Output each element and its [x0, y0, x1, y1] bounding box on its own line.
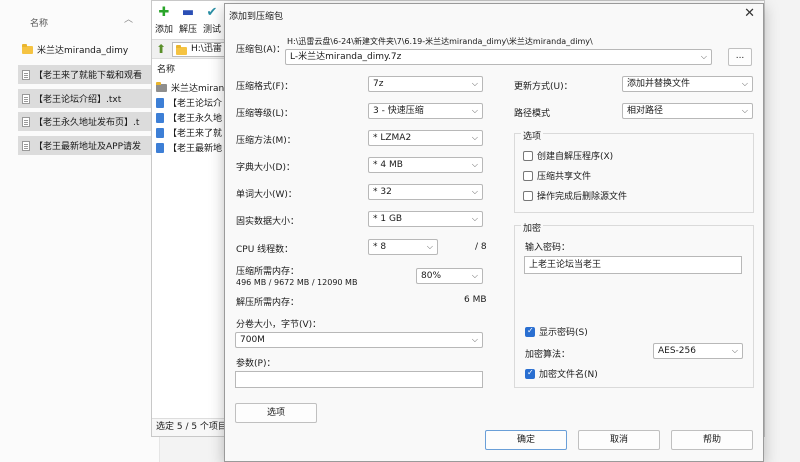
method-select[interactable]: * LZMA2 ⌵ — [368, 130, 483, 146]
table-row[interactable]: 米兰达miran — [156, 80, 226, 95]
chevron-down-icon: ⌵ — [700, 52, 707, 61]
plus-icon: ✚ — [158, 5, 170, 20]
checkbox-box — [523, 150, 533, 161]
up-arrow-icon[interactable]: ⬆ — [156, 42, 166, 56]
password-input[interactable]: 上老王论坛当老王 — [524, 256, 742, 274]
format-select[interactable]: 7z ⌵ — [368, 76, 483, 92]
memory-percent-select[interactable]: 80% ⌵ — [416, 268, 483, 284]
chevron-down-icon: ⌵ — [471, 79, 478, 88]
list-item[interactable]: 【老王最新地址及APP请发 — [18, 136, 160, 155]
level-select[interactable]: 3 - 快速压缩 ⌵ — [368, 103, 483, 119]
file-icon — [156, 97, 164, 108]
text-file-icon — [22, 140, 30, 151]
encrypt-filenames-checkbox[interactable]: 加密文件名(N) — [525, 367, 598, 380]
path-mode-select[interactable]: 相对路径 ⌵ — [622, 103, 753, 119]
word-size-select[interactable]: * 32 ⌵ — [368, 184, 483, 200]
compress-memory-value: 496 MB / 9672 MB / 12090 MB — [236, 278, 358, 287]
options-group-title: 选项 — [521, 129, 544, 142]
folder-icon — [176, 45, 187, 55]
file-explorer: 名称 ︿ 米兰达miranda_dimy 【老王来了就能下载和观看 【老王论坛介… — [0, 0, 160, 462]
column-header-name[interactable]: 名称 — [30, 16, 48, 29]
text-file-icon — [22, 69, 30, 80]
decompress-memory-value: 6 MB — [464, 295, 487, 305]
cpu-threads-label: CPU 线程数： — [236, 245, 294, 255]
checkbox-box — [525, 326, 535, 337]
archive-directory: H:\迅雷云盘\6-24\新建文件夹\7\6.19-米兰达miranda_dim… — [287, 37, 593, 46]
method-label: 压缩方法(M)： — [236, 136, 296, 146]
password-label: 输入密码： — [525, 243, 571, 253]
file-icon — [156, 112, 164, 123]
create-sfx-checkbox[interactable]: 创建自解压程序(X) — [523, 149, 613, 162]
list-item[interactable]: 米兰达miranda_dimy — [18, 40, 148, 59]
cpu-threads-select[interactable]: * 8 ⌵ — [368, 239, 438, 255]
chevron-up-icon[interactable]: ︿ — [124, 12, 133, 25]
extract-button[interactable]: ▬ 解压 — [176, 5, 200, 35]
dictionary-size-label: 字典大小(D)： — [236, 163, 295, 173]
volume-size-combo[interactable]: 700M ⌵ — [235, 332, 483, 348]
update-mode-label: 更新方式(U)： — [514, 82, 573, 92]
table-row[interactable]: 【老王论坛介 — [156, 95, 226, 110]
test-button[interactable]: ✔ 测试 — [200, 5, 224, 35]
chevron-down-icon: ⌵ — [471, 160, 478, 169]
archive-label: 压缩包(A)： — [236, 45, 286, 55]
check-icon: ✔ — [206, 5, 218, 20]
chevron-down-icon: ⌵ — [471, 214, 478, 223]
list-item[interactable]: 【老王来了就能下载和观看 — [18, 65, 160, 84]
ok-button[interactable]: 确定 — [485, 430, 567, 450]
show-password-checkbox[interactable]: 显示密码(S) — [525, 325, 588, 338]
archive-name-combo[interactable]: L-米兰达miranda_dimy.7z ⌵ — [285, 49, 712, 65]
encryption-method-select[interactable]: AES-256 ⌵ — [653, 343, 743, 359]
add-to-archive-dialog: 添加到压缩包 ✕ 压缩包(A)： H:\迅雷云盘\6-24\新建文件夹\7\6.… — [224, 3, 764, 462]
delete-after-checkbox[interactable]: 操作完成后删除源文件 — [523, 189, 627, 202]
chevron-down-icon: ⌵ — [731, 346, 738, 355]
folder-icon — [22, 43, 33, 54]
compress-shared-checkbox[interactable]: 压缩共享文件 — [523, 169, 591, 182]
checkbox-box — [523, 170, 533, 181]
table-row[interactable]: 【老王来了就 — [156, 125, 226, 140]
add-button[interactable]: ✚ 添加 — [152, 5, 176, 35]
chevron-down-icon: ⌵ — [741, 106, 748, 115]
minus-icon: ▬ — [181, 5, 195, 20]
file-icon — [156, 142, 164, 153]
compress-memory-label: 压缩所需内存： — [236, 267, 300, 277]
cancel-button[interactable]: 取消 — [578, 430, 660, 450]
update-mode-select[interactable]: 添加并替换文件 ⌵ — [622, 76, 753, 92]
checkbox-box — [523, 190, 533, 201]
chevron-down-icon: ⌵ — [741, 79, 748, 88]
list-item[interactable]: 【老王永久地址发布页】.t — [18, 112, 160, 131]
encryption-group-title: 加密 — [521, 221, 544, 234]
help-button[interactable]: 帮助 — [671, 430, 753, 450]
volume-size-label: 分卷大小，字节(V)： — [236, 320, 322, 330]
chevron-down-icon: ⌵ — [471, 133, 478, 142]
encryption-method-label: 加密算法： — [525, 350, 571, 360]
chevron-down-icon: ⌵ — [471, 106, 478, 115]
level-label: 压缩等级(L)： — [236, 109, 294, 119]
word-size-label: 单词大小(W)： — [236, 190, 297, 200]
chevron-down-icon: ⌵ — [471, 335, 478, 344]
table-row[interactable]: 【老王最新地 — [156, 140, 226, 155]
options-button[interactable]: 选项 — [235, 403, 317, 423]
chevron-down-icon: ⌵ — [426, 242, 433, 251]
path-mode-label: 路径模式 — [514, 109, 551, 119]
decompress-memory-label: 解压所需内存： — [236, 298, 300, 308]
dictionary-size-select[interactable]: * 4 MB ⌵ — [368, 157, 483, 173]
cpu-threads-total: / 8 — [475, 242, 487, 252]
parameters-label: 参数(P)： — [236, 359, 276, 369]
close-icon[interactable]: ✕ — [744, 6, 755, 21]
dialog-title: 添加到压缩包 — [229, 12, 284, 22]
text-file-icon — [22, 116, 30, 127]
text-file-icon — [22, 93, 30, 104]
browse-button[interactable]: ... — [728, 48, 752, 66]
table-row[interactable]: 【老王永久地 — [156, 110, 226, 125]
chevron-down-icon: ⌵ — [471, 187, 478, 196]
chevron-down-icon: ⌵ — [471, 271, 478, 280]
list-item[interactable]: 【老王论坛介绍】.txt — [18, 89, 160, 108]
checkbox-box — [525, 368, 535, 379]
solid-size-label: 固实数据大小： — [236, 217, 300, 227]
solid-size-select[interactable]: * 1 GB ⌵ — [368, 211, 483, 227]
parameters-input[interactable] — [235, 371, 483, 388]
folder-icon — [156, 81, 167, 92]
format-label: 压缩格式(F)： — [236, 82, 294, 92]
file-icon — [156, 127, 164, 138]
